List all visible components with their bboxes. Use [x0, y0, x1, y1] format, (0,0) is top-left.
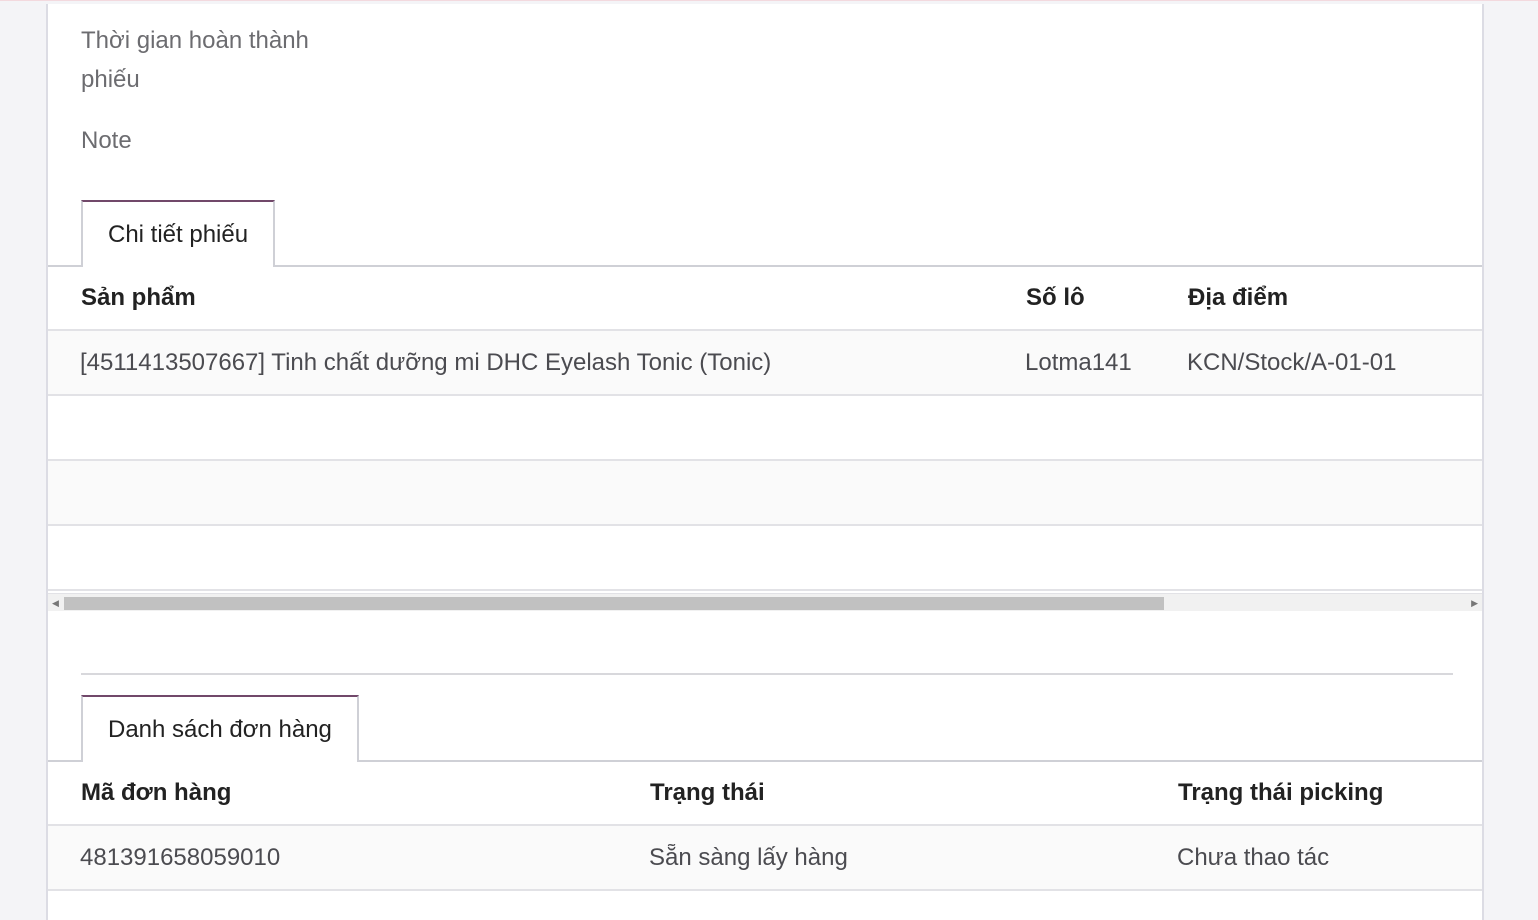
- column-header-product[interactable]: Sản phẩm: [81, 266, 196, 329]
- tab-chi-tiet-phieu[interactable]: Chi tiết phiếu: [81, 200, 276, 267]
- cell-lot: Lotma141: [1025, 349, 1132, 376]
- table-row[interactable]: [4511413507667] Tinh chất dưỡng mi DHC E…: [48, 331, 1482, 396]
- form-sheet: Thời gian hoàn thành phiếu Note Chi tiết …: [46, 4, 1484, 920]
- table-row[interactable]: 481391658059010 Sẵn sàng lấy hàng Chưa t…: [48, 826, 1482, 891]
- column-header-order-code[interactable]: Mã đơn hàng: [81, 761, 231, 824]
- cell-status: Sẵn sàng lấy hàng: [649, 844, 848, 871]
- empty-row: [48, 461, 1482, 526]
- completion-time-label: Thời gian hoàn thành phiếu: [81, 21, 309, 99]
- completion-time-label-line1: Thời gian hoàn thành: [81, 27, 309, 54]
- table-header: Sản phẩm Số lô Địa điểm: [48, 266, 1482, 331]
- tab-danh-sach-don-hang[interactable]: Danh sách đơn hàng: [81, 695, 359, 762]
- note-label: Note: [81, 127, 132, 154]
- scroll-left-icon[interactable]: ◀: [52, 598, 59, 609]
- table-header: Mã đơn hàng Trạng thái Trạng thái pickin…: [48, 761, 1482, 826]
- cell-product: [4511413507667] Tinh chất dưỡng mi DHC E…: [80, 349, 772, 376]
- empty-row: [48, 396, 1482, 461]
- column-header-lot[interactable]: Số lô: [1026, 266, 1085, 329]
- horizontal-scrollbar[interactable]: ◀ ▶: [48, 593, 1482, 611]
- column-header-picking-status[interactable]: Trạng thái picking: [1178, 761, 1383, 824]
- cell-location: KCN/Stock/A-01-01: [1187, 349, 1397, 376]
- column-header-status[interactable]: Trạng thái: [650, 761, 765, 824]
- completion-time-label-line2: phiếu: [81, 66, 140, 93]
- column-header-location[interactable]: Địa điểm: [1188, 266, 1288, 329]
- cell-picking-status: Chưa thao tác: [1177, 844, 1330, 871]
- section-divider: [81, 673, 1453, 675]
- scroll-right-icon[interactable]: ▶: [1471, 598, 1478, 609]
- empty-row: [48, 526, 1482, 591]
- cell-order-code: 481391658059010: [80, 844, 281, 871]
- scrollbar-thumb[interactable]: [64, 597, 1164, 610]
